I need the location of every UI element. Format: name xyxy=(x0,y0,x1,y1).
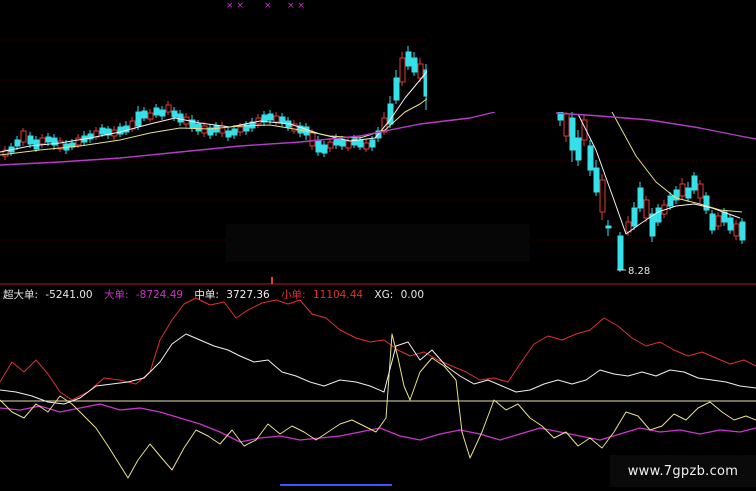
ma-fast-line xyxy=(0,69,429,153)
candle-body xyxy=(20,130,27,143)
candle-body xyxy=(569,117,576,151)
candle-body xyxy=(685,187,692,199)
candle-body xyxy=(599,179,606,213)
candle-body xyxy=(727,217,734,231)
candle-body xyxy=(631,207,638,227)
candle-body xyxy=(33,139,40,150)
legend-xg: XG: 0.00 xyxy=(374,289,425,301)
candle-body xyxy=(159,109,166,117)
candle-body xyxy=(691,175,698,191)
candle-body xyxy=(279,116,286,124)
candle-body xyxy=(587,145,594,171)
stock-chart-window: × × × × × 8.28 超大单: -5241.00 大单: -8724.4… xyxy=(0,0,756,487)
candle-body xyxy=(177,113,184,123)
candle-body xyxy=(99,127,106,135)
candle-body xyxy=(575,137,582,161)
legend-super-big: 超大单: -5241.00 xyxy=(3,289,93,301)
site-watermark: www.7gpzb.com xyxy=(610,455,756,487)
candle-body xyxy=(697,183,704,199)
candle-body xyxy=(709,213,716,231)
legend-big: 大单: -8724.49 xyxy=(103,289,184,301)
candle-body xyxy=(593,167,600,193)
candle-body xyxy=(679,183,686,197)
header-marker: × × xyxy=(287,1,305,11)
candle-body xyxy=(345,140,352,149)
candle-body xyxy=(739,221,746,241)
candle-body xyxy=(667,195,674,207)
candle-body xyxy=(27,135,34,145)
candle-body xyxy=(637,187,644,209)
candle-body xyxy=(411,57,418,73)
redacted-region-middle xyxy=(226,224,530,262)
candle-body xyxy=(309,132,316,147)
candle-body xyxy=(357,139,364,148)
candle-body xyxy=(225,130,232,138)
candle-body xyxy=(117,126,124,135)
header-marker: × xyxy=(264,1,272,11)
candle-body xyxy=(14,139,21,147)
indicator-legend: 超大单: -5241.00 大单: -8724.49 中单: 3727.36 小… xyxy=(3,287,432,302)
candle-body xyxy=(715,215,722,227)
legend-small: 小单: 11104.44 xyxy=(281,289,364,301)
candle-body xyxy=(219,125,226,134)
candle-body xyxy=(135,111,142,127)
candle-body xyxy=(605,225,612,229)
header-marker: × × xyxy=(226,1,244,11)
low-price-label: 8.28 xyxy=(628,266,650,277)
candle-body xyxy=(195,123,202,132)
candle-body xyxy=(141,110,148,119)
candle-body xyxy=(165,104,172,113)
candle-body xyxy=(655,207,662,223)
candle-body xyxy=(273,115,280,123)
candle-body xyxy=(393,77,400,101)
candle-body xyxy=(153,107,160,116)
candle-body xyxy=(339,139,346,147)
candle-body xyxy=(369,139,376,148)
candle-body xyxy=(237,126,244,133)
candle-body xyxy=(643,199,650,219)
candle-body xyxy=(321,144,328,154)
header-markers: × × × × × xyxy=(226,1,305,11)
redacted-region-top-right xyxy=(427,0,756,112)
candle-body xyxy=(363,142,370,150)
indicator-big-order-line xyxy=(0,403,756,443)
candle-body xyxy=(703,195,710,211)
indicator-lines xyxy=(0,297,756,479)
candle-body xyxy=(327,141,334,149)
candle-body xyxy=(147,112,154,120)
legend-mid: 中单: 3727.36 xyxy=(194,289,270,301)
candle-body xyxy=(39,137,46,145)
candle-body xyxy=(617,235,624,271)
candle-body xyxy=(231,128,238,136)
candle-body xyxy=(399,57,406,83)
candle-body xyxy=(75,137,82,146)
indicator-small-order-line xyxy=(0,297,756,401)
candle-body xyxy=(171,110,178,118)
candle-body xyxy=(733,223,740,237)
candle-body xyxy=(267,113,274,121)
candle-body xyxy=(563,113,570,137)
candle-body xyxy=(201,125,208,134)
candle-body xyxy=(405,51,412,67)
candle-body xyxy=(315,139,322,153)
candle-body xyxy=(417,63,424,79)
candle-body xyxy=(45,136,52,143)
